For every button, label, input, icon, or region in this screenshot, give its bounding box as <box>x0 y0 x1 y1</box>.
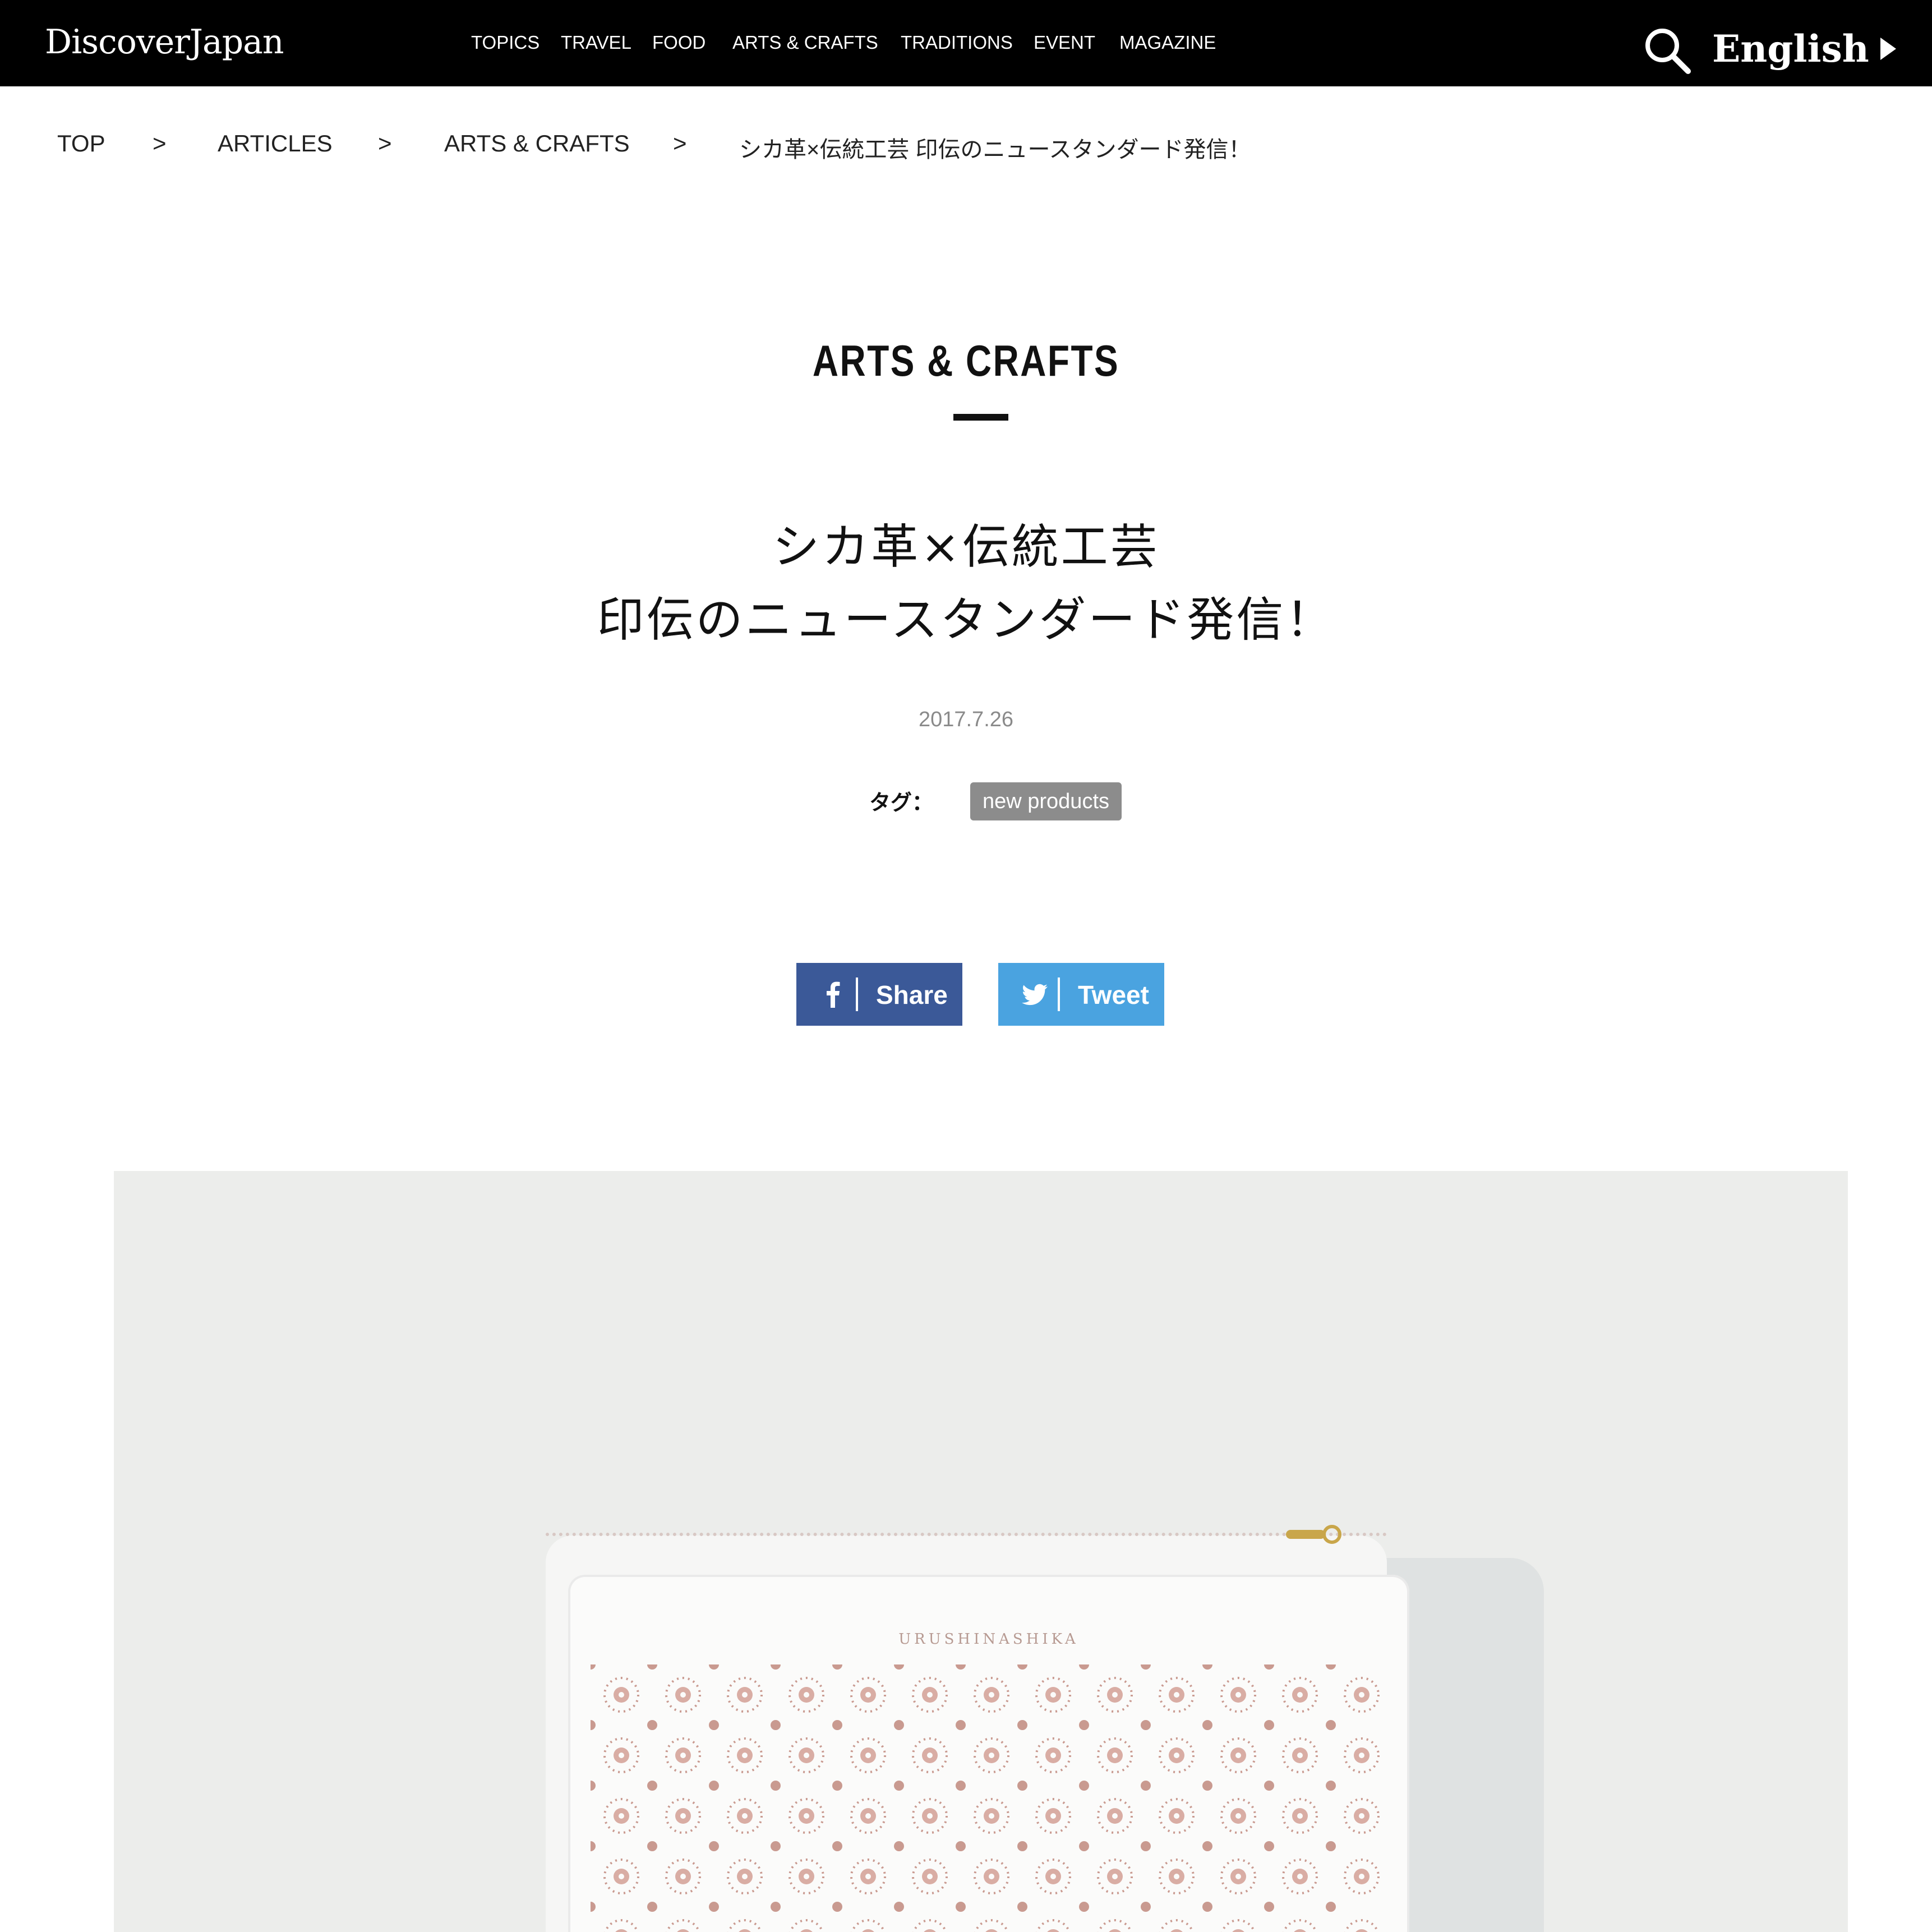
breadcrumb-separator: > <box>153 130 167 156</box>
button-divider <box>856 977 858 1011</box>
heading-underline <box>953 414 1008 421</box>
nav-item-travel[interactable]: TRAVEL <box>561 32 631 53</box>
search-icon[interactable] <box>1642 25 1693 76</box>
nav-item-topics[interactable]: TOPICS <box>471 32 540 53</box>
twitter-tweet-label: Tweet <box>1078 980 1149 1009</box>
button-divider <box>1058 977 1060 1011</box>
nav-item-arts-crafts[interactable]: ARTS & CRAFTS <box>732 32 878 53</box>
hero-product-image: URUSHINASHIKA <box>114 1171 1848 1932</box>
breadcrumb-top[interactable]: TOP <box>57 130 105 157</box>
twitter-tweet-button[interactable]: Tweet <box>998 963 1164 1026</box>
breadcrumb-separator: > <box>673 130 687 156</box>
category-heading: ARTS & CRAFTS <box>812 336 1120 385</box>
zipper-pull-icon <box>1286 1525 1341 1544</box>
article-title-line2: 印伝のニュースタンダード発信！ <box>597 592 1335 647</box>
wallet-brand-mark: URUSHINASHIKA <box>898 1631 1079 1648</box>
article-title-line1: シカ革×伝統工芸 <box>772 519 1160 574</box>
wallet-front: URUSHINASHIKA <box>568 1575 1409 1932</box>
facebook-share-label: Share <box>876 980 948 1009</box>
nav-item-food[interactable]: FOOD <box>652 32 706 53</box>
twitter-icon <box>1020 979 1051 1010</box>
site-logo[interactable]: DiscoverJapan <box>45 22 284 62</box>
publish-date: 2017.7.26 <box>918 708 1014 731</box>
language-label: English <box>1712 27 1869 71</box>
breadcrumb-articles[interactable]: ARTICLES <box>218 130 333 157</box>
tag-label: タグ： <box>869 790 934 815</box>
wallet-zipper <box>546 1533 1387 1544</box>
breadcrumb-separator: > <box>378 130 392 156</box>
nav-item-event[interactable]: EVENT <box>1034 32 1095 53</box>
facebook-icon <box>818 979 849 1010</box>
inden-lacquer-pattern <box>591 1664 1387 1932</box>
tag-new-products[interactable]: new products <box>970 782 1122 820</box>
breadcrumb-arts-crafts[interactable]: ARTS & CRAFTS <box>444 130 630 157</box>
play-arrow-icon <box>1880 38 1896 60</box>
facebook-share-button[interactable]: Share <box>796 963 962 1026</box>
top-navigation-bar: DiscoverJapan TOPICS TRAVEL FOOD ARTS & … <box>0 0 1932 86</box>
nav-item-magazine[interactable]: MAGAZINE <box>1119 32 1216 53</box>
article-title: シカ革×伝統工芸 印伝のニュースタンダード発信！ <box>0 510 1932 656</box>
nav-item-traditions[interactable]: TRADITIONS <box>901 32 1013 53</box>
language-switch[interactable]: English <box>1712 27 1896 71</box>
breadcrumb-current: シカ革×伝統工芸 印伝のニュースタンダード発信！ <box>739 137 1251 162</box>
